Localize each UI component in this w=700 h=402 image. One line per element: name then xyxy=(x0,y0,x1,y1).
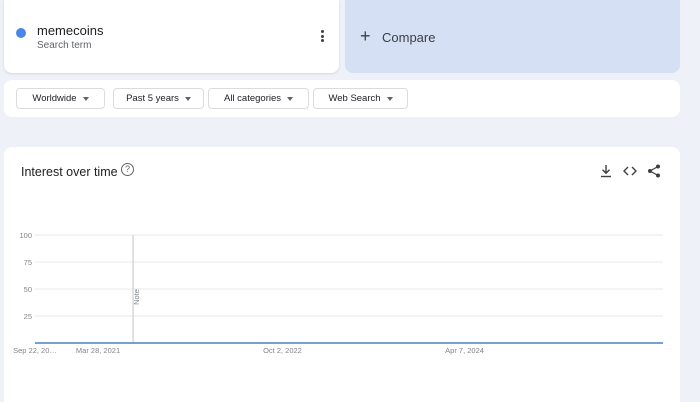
dropdown-caret-icon xyxy=(184,96,191,101)
series-color-dot xyxy=(16,28,26,38)
filter-search-type-label: Web Search xyxy=(328,93,381,104)
dropdown-caret-icon xyxy=(82,96,89,101)
x-tick-label: Oct 2, 2022 xyxy=(263,346,302,355)
y-tick-label: 25 xyxy=(24,312,32,321)
plus-icon: + xyxy=(360,26,371,46)
x-tick-label: Sep 22, 20… xyxy=(13,346,57,355)
compare-label: Compare xyxy=(382,30,436,45)
filter-search-type[interactable]: Web Search xyxy=(313,88,408,109)
y-tick-label: 50 xyxy=(24,285,32,294)
search-term-subtitle: Search term xyxy=(37,40,92,51)
interest-line-chart: 25 50 75 100 Note Sep 22, 20… Mar 28, 2021 Oct … xyxy=(13,231,663,355)
filter-time-range[interactable]: Past 5 years xyxy=(113,88,204,109)
x-tick-label: Apr 7, 2024 xyxy=(445,346,484,355)
search-term-name[interactable]: memecoins xyxy=(37,23,103,38)
x-tick-label: Mar 28, 2021 xyxy=(76,346,120,355)
filter-bar: Worldwide Past 5 years All categories We… xyxy=(4,80,680,117)
filter-category-label: All categories xyxy=(223,93,282,104)
filter-location-label: Worldwide xyxy=(32,93,77,104)
filter-time-range-label: Past 5 years xyxy=(126,93,179,104)
dropdown-caret-icon xyxy=(287,96,294,101)
y-tick-label: 100 xyxy=(19,231,32,240)
filter-category[interactable]: All categories xyxy=(208,88,309,109)
compare-button[interactable]: + Compare xyxy=(345,0,680,73)
search-term-card[interactable]: memecoins Search term xyxy=(4,0,339,73)
filter-location[interactable]: Worldwide xyxy=(16,88,105,109)
interest-over-time-card: Interest over time ? 25 50 75 100 Note Sep 22… xyxy=(4,147,680,402)
more-vert-icon[interactable] xyxy=(315,26,329,46)
dropdown-caret-icon xyxy=(386,96,393,101)
y-tick-label: 75 xyxy=(24,258,32,267)
note-annotation-label: Note xyxy=(132,289,141,305)
